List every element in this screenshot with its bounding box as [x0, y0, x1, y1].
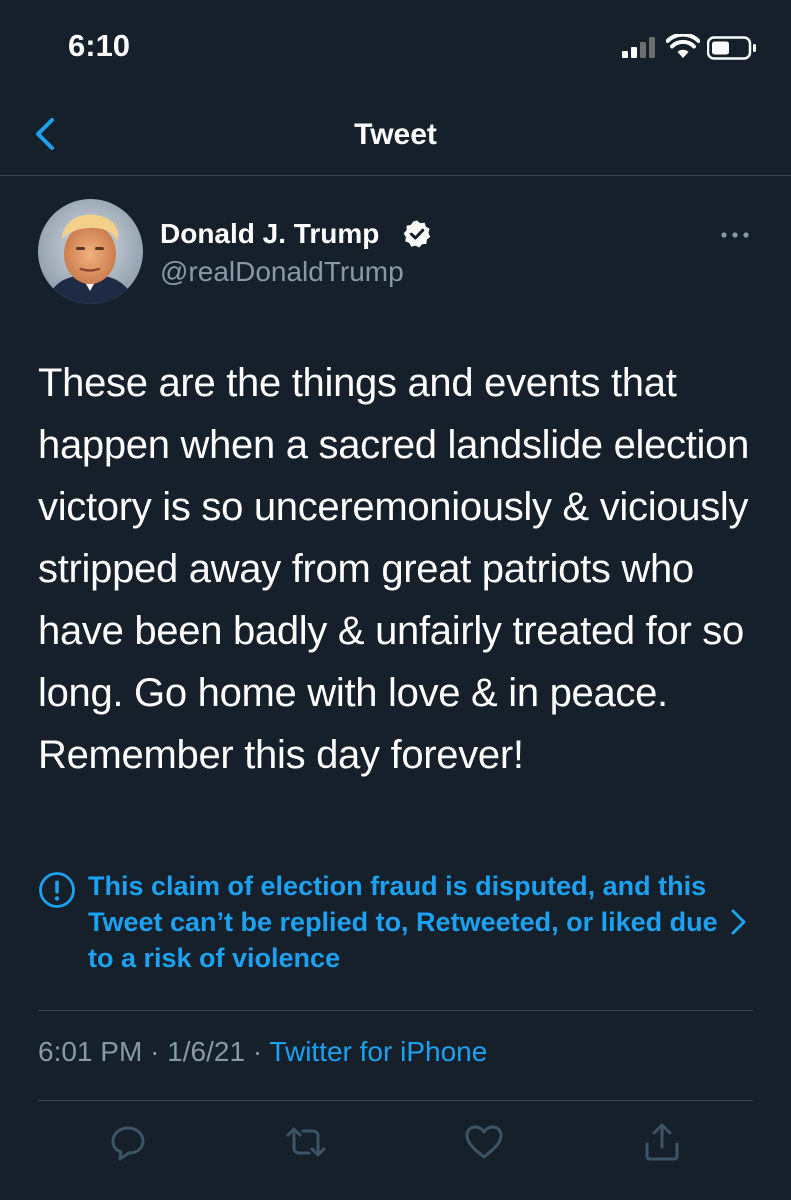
share-icon[interactable] — [640, 1120, 684, 1164]
author-name[interactable]: Donald J. Trump — [160, 218, 379, 250]
divider — [38, 1010, 753, 1011]
tweet-detail-screen: 6:10 Tweet Donald J. Trump @realDonaldTr… — [0, 0, 791, 1200]
meta-separator: · — [252, 1036, 263, 1067]
meta-separator: · — [150, 1036, 160, 1067]
status-bar: 6:10 — [0, 0, 791, 100]
tweet-text: These are the things and events that hap… — [38, 361, 750, 777]
battery-icon — [707, 36, 756, 60]
exclamation-circle-icon — [39, 872, 75, 908]
status-time: 6:10 — [68, 28, 131, 63]
navigation-bar: Tweet — [0, 100, 791, 176]
like-icon[interactable] — [462, 1120, 506, 1164]
reply-icon[interactable] — [106, 1120, 150, 1164]
tweet-meta: 6:01 PM · 1/6/21 · Twitter for iPhone — [38, 1036, 487, 1068]
author-handle[interactable]: @realDonaldTrump — [160, 256, 404, 288]
tweet-source-link[interactable]: Twitter for iPhone — [269, 1036, 487, 1067]
chevron-right-icon — [731, 909, 746, 935]
cellular-signal-icon — [622, 36, 660, 58]
wifi-icon — [666, 34, 700, 58]
verified-badge-icon — [403, 220, 431, 248]
avatar-image — [38, 199, 143, 304]
tweet-date: 1/6/21 — [167, 1036, 246, 1067]
disputed-claim-notice[interactable]: This claim of election fraud is disputed… — [38, 868, 758, 980]
divider — [38, 1100, 753, 1101]
avatar[interactable] — [38, 199, 143, 304]
retweet-icon[interactable] — [284, 1120, 328, 1164]
tweet-time: 6:01 PM — [38, 1036, 143, 1067]
more-options-icon[interactable] — [720, 230, 750, 240]
notice-text: This claim of election fraud is disputed… — [88, 871, 718, 973]
page-title: Tweet — [354, 118, 437, 151]
